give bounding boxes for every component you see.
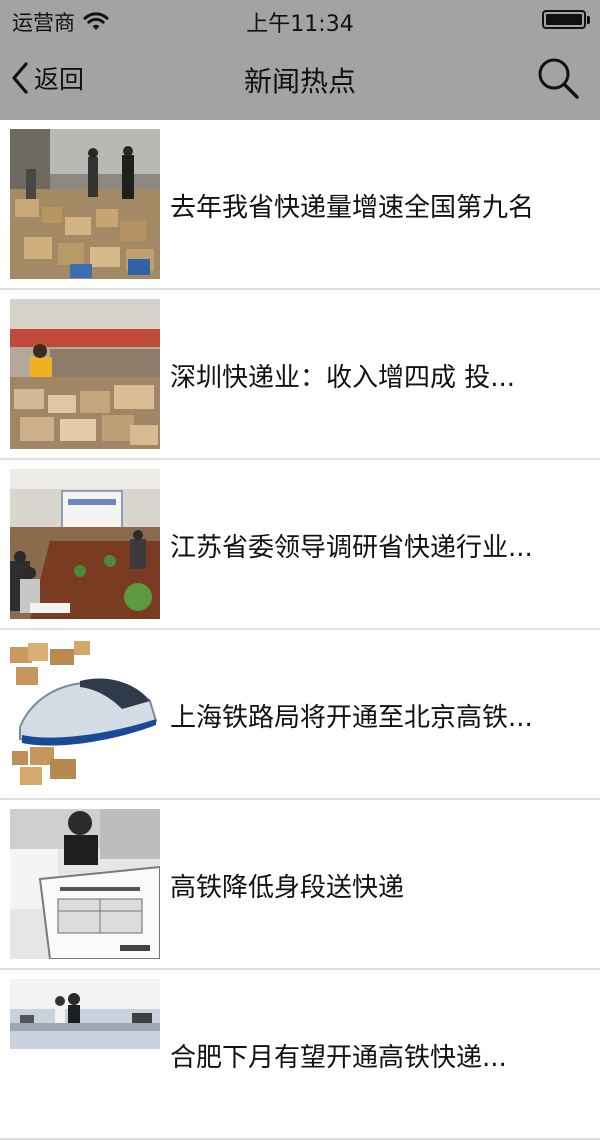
news-title-text: 深圳快递业：收入增四成 投... [170, 362, 516, 393]
news-thumbnail [10, 469, 160, 619]
navigation-bar: 返回 新闻热点 [0, 38, 600, 120]
back-button[interactable]: 返回 [10, 60, 84, 96]
news-item[interactable]: 深圳快递业：收入增四成 投... [0, 290, 600, 460]
search-button[interactable] [536, 56, 580, 100]
news-title-text: 高铁降低身段送快递 [170, 872, 405, 903]
news-title-text: 去年我省快递量增速全国第九名 [170, 192, 535, 223]
news-item[interactable]: 上海铁路局将开通至北京高铁... [0, 630, 600, 800]
news-item[interactable]: 合肥下月有望开通高铁快递... [0, 970, 600, 1140]
news-thumbnail [10, 129, 160, 279]
express-form-image [10, 809, 160, 959]
news-item[interactable]: 去年我省快递量增速全国第九名 [0, 120, 600, 290]
news-list: 去年我省快递量增速全国第九名 深圳快递业：收入增四成 投... 江苏省委领导调研… [0, 120, 600, 1140]
news-title: 合肥下月有望开通高铁快递... [170, 970, 590, 1138]
page-title: 新闻热点 [243, 65, 356, 98]
news-title: 高铁降低身段送快递 [170, 800, 590, 968]
warehouse-parcels-image [10, 129, 160, 279]
news-title: 去年我省快递量增速全国第九名 [170, 120, 590, 288]
news-title-text: 江苏省委领导调研省快递行业... [170, 532, 533, 563]
office-hall-image [10, 979, 160, 1129]
news-thumbnail [10, 809, 160, 959]
status-bar: 运营商 上午11:34 [0, 0, 600, 38]
news-thumbnail [10, 299, 160, 449]
search-icon [538, 58, 579, 99]
news-title: 江苏省委领导调研省快递行业... [170, 460, 590, 628]
status-time: 上午11:34 [246, 12, 354, 37]
news-title: 深圳快递业：收入增四成 投... [170, 290, 590, 458]
chevron-left-icon [12, 62, 28, 94]
sorting-worker-image [10, 299, 160, 449]
high-speed-train-image [10, 639, 160, 789]
news-title-text: 合肥下月有望开通高铁快递... [170, 1042, 507, 1073]
news-title-text: 上海铁路局将开通至北京高铁... [170, 702, 533, 733]
news-thumbnail [10, 979, 160, 1129]
news-title: 上海铁路局将开通至北京高铁... [170, 630, 590, 798]
news-item[interactable]: 江苏省委领导调研省快递行业... [0, 460, 600, 630]
back-label: 返回 [34, 65, 85, 94]
news-item[interactable]: 高铁降低身段送快递 [0, 800, 600, 970]
news-thumbnail [10, 639, 160, 789]
battery-icon [542, 10, 590, 29]
meeting-room-image [10, 469, 160, 619]
